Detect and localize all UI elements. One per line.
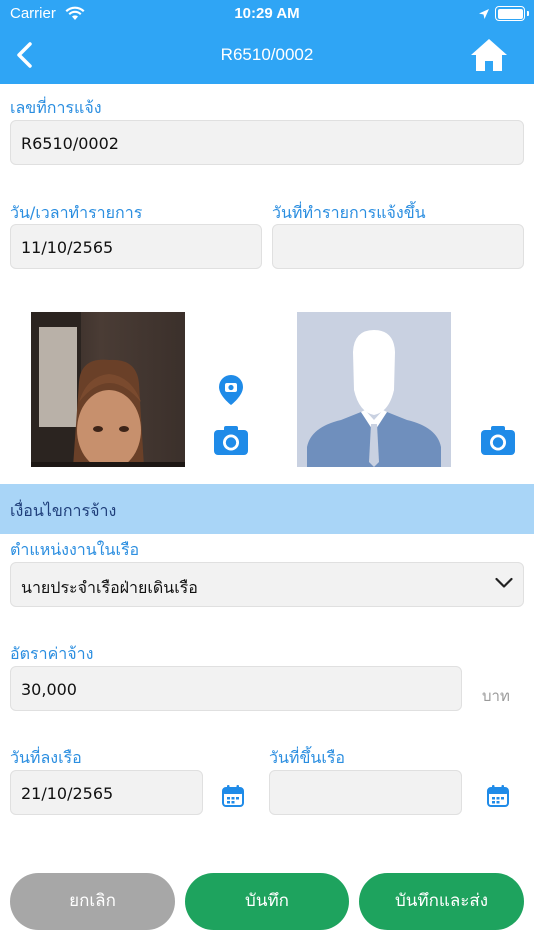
calendar-icon-board-date[interactable]: [221, 784, 245, 808]
report-no-label: เลขที่การแจ้ง: [10, 98, 102, 117]
disembark-date-label: วันที่ขึ้นเรือ: [269, 748, 346, 767]
wage-input[interactable]: 30,000: [10, 666, 462, 711]
section-title: เงื่อนไขการจ้าง: [10, 501, 117, 520]
board-date-label: วันที่ลงเรือ: [10, 748, 82, 767]
report-no-field[interactable]: R6510/0002: [10, 120, 524, 165]
camera-button-photo-2[interactable]: [480, 424, 516, 456]
avatar-placeholder[interactable]: [297, 312, 451, 467]
cancel-button[interactable]: ยกเลิก: [10, 873, 175, 930]
chevron-down-icon: [495, 577, 513, 588]
tx-datetime-label: วัน/เวลาทำรายการ: [10, 203, 143, 222]
camera-button-photo-1[interactable]: [213, 424, 249, 456]
selfie-photo[interactable]: [31, 312, 185, 467]
wage-label: อัตราค่าจ้าง: [10, 644, 94, 663]
save-and-send-button[interactable]: บันทึกและส่ง: [359, 873, 524, 930]
calendar-icon-disembark-date[interactable]: [486, 784, 510, 808]
tx-datetime-field[interactable]: 11/10/2565: [10, 224, 262, 269]
location-arrow-icon: [479, 9, 489, 19]
save-button[interactable]: บันทึก: [185, 873, 349, 930]
disembark-date-field[interactable]: [269, 770, 462, 815]
location-pin-icon[interactable]: [218, 374, 244, 406]
employment-section-header: เงื่อนไขการจ้าง: [0, 484, 534, 534]
board-date-field[interactable]: 21/10/2565: [10, 770, 203, 815]
status-bar: Carrier 10:29 AM: [0, 0, 534, 28]
page-title: R6510/0002: [220, 45, 314, 64]
wage-unit: บาท: [482, 687, 510, 705]
report-created-label: วันที่ทำรายการแจ้งขึ้น: [272, 203, 426, 222]
position-select[interactable]: นายประจำเรือฝ่ายเดินเรือ: [10, 562, 524, 607]
battery-tip: [527, 11, 529, 16]
report-created-field[interactable]: [272, 224, 524, 269]
position-label: ตำแหน่งงานในเรือ: [10, 540, 140, 559]
battery-icon: [495, 6, 525, 21]
status-time: 10:29 AM: [234, 5, 300, 22]
home-button[interactable]: [470, 37, 508, 73]
position-value: นายประจำเรือฝ่ายเดินเรือ: [21, 578, 198, 597]
nav-bar: R6510/0002: [0, 28, 534, 84]
